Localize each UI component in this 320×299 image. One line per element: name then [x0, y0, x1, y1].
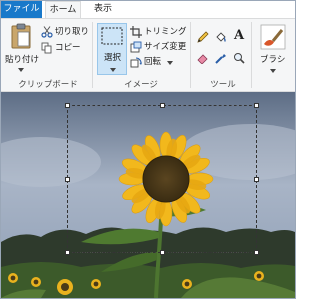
resize-handle[interactable]: [254, 103, 259, 108]
tools-group-label: ツール: [210, 80, 236, 90]
fill-bucket-icon[interactable]: [215, 31, 227, 46]
chevron-down-icon: [270, 66, 276, 76]
resize-handle[interactable]: [65, 250, 70, 255]
crop-icon: [130, 26, 142, 38]
paste-label: 貼り付け: [5, 55, 40, 65]
select-label: 選択: [104, 53, 122, 63]
separator: [190, 22, 191, 88]
scissors-icon: [41, 26, 53, 38]
separator: [92, 22, 93, 88]
resize-button[interactable]: サイズ変更: [130, 40, 188, 54]
rotate-button[interactable]: 回転: [130, 55, 176, 69]
copy-label: コピー: [55, 43, 81, 53]
image-group-label: イメージ: [124, 80, 158, 90]
resize-handle[interactable]: [160, 103, 165, 108]
copy-icon: [41, 42, 52, 54]
resize-icon: [130, 41, 142, 53]
tab-home[interactable]: ホーム: [45, 1, 81, 18]
brushes-button[interactable]: ブラシ: [256, 23, 290, 87]
tab-view[interactable]: 表示: [85, 1, 121, 18]
cut-label: 切り取り: [55, 27, 90, 37]
resize-handle[interactable]: [65, 103, 70, 108]
chevron-down-icon: [18, 65, 24, 75]
paintbrush-icon: [260, 24, 286, 53]
ribbon-tab-strip: ファイル ホーム 表示: [1, 1, 295, 18]
paint-window: ファイル ホーム 表示 貼り付け 切り取り コピー クリップボード 選択 トリミ…: [0, 0, 296, 299]
rotate-icon: [130, 57, 142, 68]
copy-button[interactable]: コピー: [41, 41, 81, 55]
color-picker-icon[interactable]: [215, 52, 227, 67]
drawing-canvas[interactable]: [1, 92, 295, 298]
paste-button[interactable]: 貼り付け: [4, 23, 40, 75]
resize-handle[interactable]: [160, 250, 165, 255]
chevron-down-icon: [110, 65, 116, 75]
crop-label: トリミング: [144, 27, 187, 37]
crop-button[interactable]: トリミング: [130, 25, 187, 39]
resize-handle[interactable]: [254, 177, 259, 182]
tab-file[interactable]: ファイル: [1, 1, 42, 18]
magnifier-icon[interactable]: [233, 52, 245, 67]
separator: [251, 22, 252, 88]
clipboard-icon: [10, 23, 32, 52]
rotate-label: 回転: [144, 57, 162, 67]
resize-handle[interactable]: [65, 177, 70, 182]
eraser-icon[interactable]: [197, 52, 209, 67]
brushes-label: ブラシ: [260, 55, 286, 65]
cut-button[interactable]: 切り取り: [41, 25, 89, 39]
select-button[interactable]: 選択: [97, 23, 127, 75]
clipboard-group-label: クリップボード: [18, 80, 78, 90]
resize-handle[interactable]: [254, 250, 259, 255]
resize-label: サイズ変更: [144, 42, 187, 52]
selection-marquee[interactable]: [65, 103, 259, 255]
selection-rectangle-icon: [101, 27, 123, 48]
ribbon: 貼り付け 切り取り コピー クリップボード 選択 トリミング サイズ変更 回転 …: [1, 18, 295, 92]
text-tool-icon[interactable]: A: [234, 28, 244, 43]
pencil-icon[interactable]: [197, 31, 209, 46]
